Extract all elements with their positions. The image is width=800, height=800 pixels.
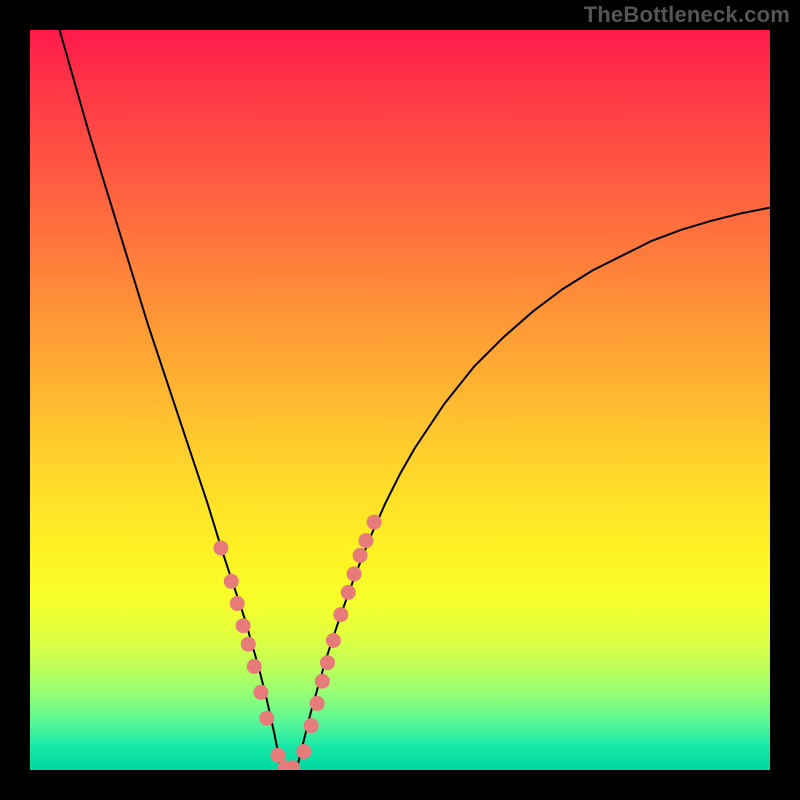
plot-area bbox=[30, 30, 770, 770]
marker-dot bbox=[296, 744, 311, 759]
marker-dot bbox=[259, 711, 274, 726]
curve-layer bbox=[30, 30, 770, 770]
marker-dot bbox=[304, 718, 319, 733]
marker-dot bbox=[333, 607, 348, 622]
marker-dot bbox=[270, 748, 285, 763]
marker-dot bbox=[347, 566, 362, 581]
marker-dot bbox=[367, 515, 382, 530]
marker-dot bbox=[326, 633, 341, 648]
marker-dot bbox=[315, 674, 330, 689]
marker-dot bbox=[320, 655, 335, 670]
marker-dot bbox=[358, 533, 373, 548]
marker-dot bbox=[241, 637, 256, 652]
marker-dot bbox=[310, 696, 325, 711]
marker-dot bbox=[353, 548, 368, 563]
marker-dots bbox=[213, 515, 381, 770]
chart-frame: TheBottleneck.com bbox=[0, 0, 800, 800]
marker-dot bbox=[236, 618, 251, 633]
marker-dot bbox=[253, 685, 268, 700]
marker-dot bbox=[224, 574, 239, 589]
marker-dot bbox=[230, 596, 245, 611]
marker-dot bbox=[213, 541, 228, 556]
watermark-text: TheBottleneck.com bbox=[584, 2, 790, 28]
marker-dot bbox=[341, 585, 356, 600]
right-branch-line bbox=[296, 208, 770, 770]
left-branch-line bbox=[60, 30, 282, 770]
marker-dot bbox=[247, 659, 262, 674]
